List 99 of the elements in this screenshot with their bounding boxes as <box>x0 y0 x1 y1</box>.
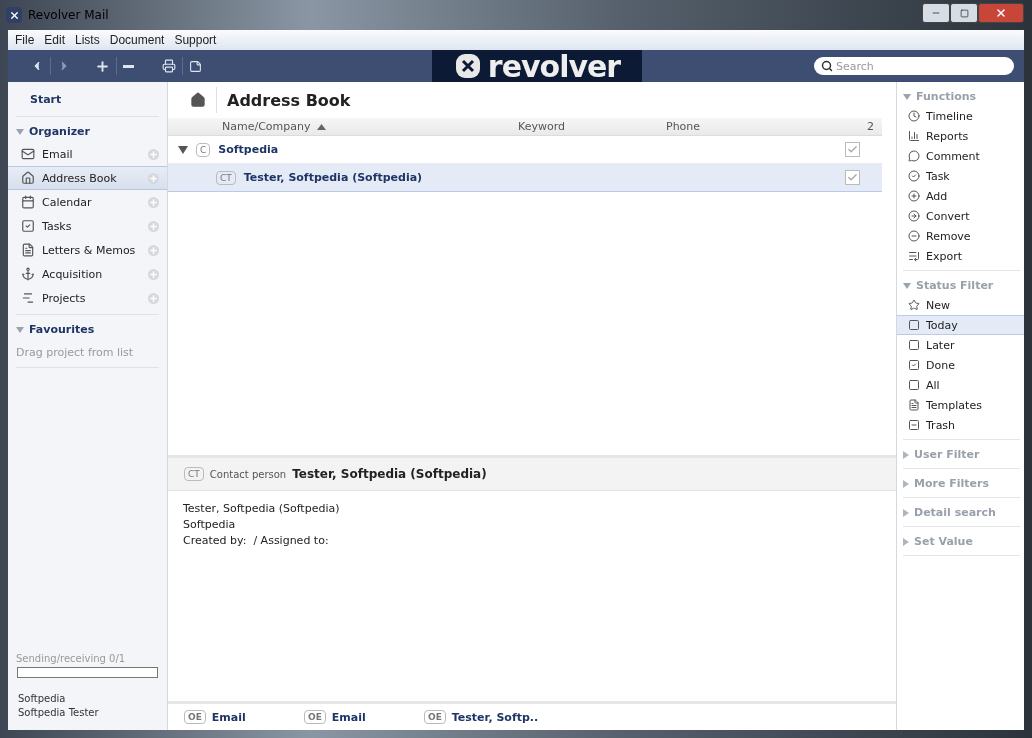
plus-circle-icon <box>908 190 920 202</box>
section-heading: Favourites <box>29 323 95 336</box>
linked-item[interactable]: OE Tester, Softp.. <box>424 710 544 724</box>
check-icon <box>847 144 858 155</box>
checkbox[interactable] <box>845 170 860 185</box>
record-name: Tester, Softpedia (Softpedia) <box>292 467 487 481</box>
note-icon <box>189 59 202 73</box>
star-icon <box>908 299 920 311</box>
linked-item[interactable]: OE Email <box>304 710 424 724</box>
plus-icon[interactable] <box>148 148 159 160</box>
column-header[interactable]: Keyword <box>518 120 666 133</box>
panel-item[interactable]: Export <box>897 246 1024 266</box>
type-tag: CT <box>216 170 236 185</box>
start-link[interactable]: Start <box>16 82 159 117</box>
check-circle-icon <box>908 170 920 182</box>
minus-circle-icon <box>908 230 920 242</box>
menu-item[interactable]: Support <box>169 33 222 47</box>
panel-item[interactable]: Remove <box>897 226 1024 246</box>
detail-text: Created by: / Assigned to: <box>183 533 330 549</box>
hint-text: Drag project from list <box>16 340 159 368</box>
panel-item[interactable]: Convert <box>897 206 1024 226</box>
plus-icon[interactable] <box>148 172 159 184</box>
close-icon <box>995 7 1007 19</box>
plus-icon[interactable] <box>148 196 159 208</box>
bars-icon <box>908 130 920 142</box>
sync-status: Sending/receiving 0/1 <box>15 653 127 664</box>
panel-item[interactable]: New <box>897 295 1024 315</box>
panel-item[interactable]: Templates <box>897 395 1024 415</box>
menu-item[interactable]: Edit <box>39 33 71 47</box>
panel-item[interactable]: Task <box>897 166 1024 186</box>
arrow-circle-icon <box>908 210 920 222</box>
maximize-icon <box>959 8 969 18</box>
column-header[interactable]: Phone <box>666 120 701 133</box>
type-tag: C <box>196 142 211 157</box>
section-heading: Organizer <box>29 125 90 138</box>
house-icon <box>190 92 206 108</box>
linked-item[interactable]: OE Email <box>184 710 304 724</box>
sidebar-item[interactable]: Email <box>8 142 167 166</box>
page-title: Address Book <box>216 87 351 113</box>
sidebar-item[interactable]: Letters & Memos <box>8 238 167 262</box>
minimize-button[interactable] <box>922 3 950 23</box>
calendar-icon <box>21 195 35 209</box>
sidebar-item[interactable]: Address Book <box>8 166 167 190</box>
search-field[interactable]: Search <box>814 57 1014 75</box>
window-title: Revolver Mail <box>28 8 109 22</box>
panel-item[interactable]: Later <box>897 335 1024 355</box>
panel-item[interactable]: Trash <box>897 415 1024 435</box>
close-button[interactable] <box>978 3 1024 23</box>
table-row[interactable]: CT Tester, Softpedia (Softpedia) <box>168 164 882 192</box>
sidebar-item[interactable]: Acquisition <box>8 262 167 286</box>
triangle-icon[interactable] <box>178 145 188 154</box>
detail-text: Tester, Softpedia (Softpedia) <box>183 501 341 517</box>
app-logo-icon <box>6 7 22 23</box>
minus-icon <box>123 64 134 68</box>
house-icon <box>21 171 35 185</box>
checkbox-icon <box>21 219 35 233</box>
square-icon <box>908 379 920 391</box>
plus-icon <box>95 58 110 74</box>
clock-icon <box>908 110 920 122</box>
panel-item[interactable]: Comment <box>897 146 1024 166</box>
menu-item[interactable]: File <box>10 33 40 47</box>
sidebar-item[interactable]: Calendar <box>8 190 167 214</box>
panel-item[interactable]: Add <box>897 186 1024 206</box>
sort-up-icon <box>316 123 326 130</box>
account-text: Softpedia Tester <box>17 706 100 720</box>
plus-icon[interactable] <box>148 220 159 232</box>
panel-item[interactable]: Reports <box>897 126 1024 146</box>
plus-icon[interactable] <box>148 292 159 304</box>
minus-square-icon <box>908 419 920 431</box>
sidebar-item[interactable]: Projects <box>8 286 167 310</box>
panel-item[interactable]: Today <box>897 315 1024 335</box>
anchor-icon <box>21 267 35 281</box>
panel-item[interactable]: All <box>897 375 1024 395</box>
menu-item[interactable]: Document <box>104 33 170 47</box>
document-icon <box>21 243 35 257</box>
type-tag: CT <box>184 467 204 481</box>
sidebar-item[interactable]: Tasks <box>8 214 167 238</box>
row-count: 2 <box>867 120 875 133</box>
panel-item[interactable]: Done <box>897 355 1024 375</box>
account-text: Softpedia <box>17 692 67 706</box>
plus-icon[interactable] <box>148 244 159 256</box>
printer-icon <box>162 59 176 73</box>
envelope-icon <box>21 147 35 161</box>
detail-text: Softpedia <box>183 517 237 533</box>
check-icon <box>847 172 858 183</box>
checkbox[interactable] <box>845 142 860 157</box>
logo-icon <box>453 52 482 80</box>
plus-icon[interactable] <box>148 268 159 280</box>
menu-item[interactable]: Lists <box>70 33 105 47</box>
speech-bubble-icon <box>908 150 920 162</box>
square-icon <box>908 319 920 331</box>
list-arrow-icon <box>908 250 920 262</box>
checkbox-icon <box>908 359 920 371</box>
column-header[interactable]: Name/Company <box>222 120 518 133</box>
maximize-button[interactable] <box>950 3 978 23</box>
panel-item[interactable]: Timeline <box>897 106 1024 126</box>
record-type: Contact person <box>209 468 287 480</box>
brand-logo: revolver <box>432 50 642 82</box>
square-icon <box>908 339 920 351</box>
